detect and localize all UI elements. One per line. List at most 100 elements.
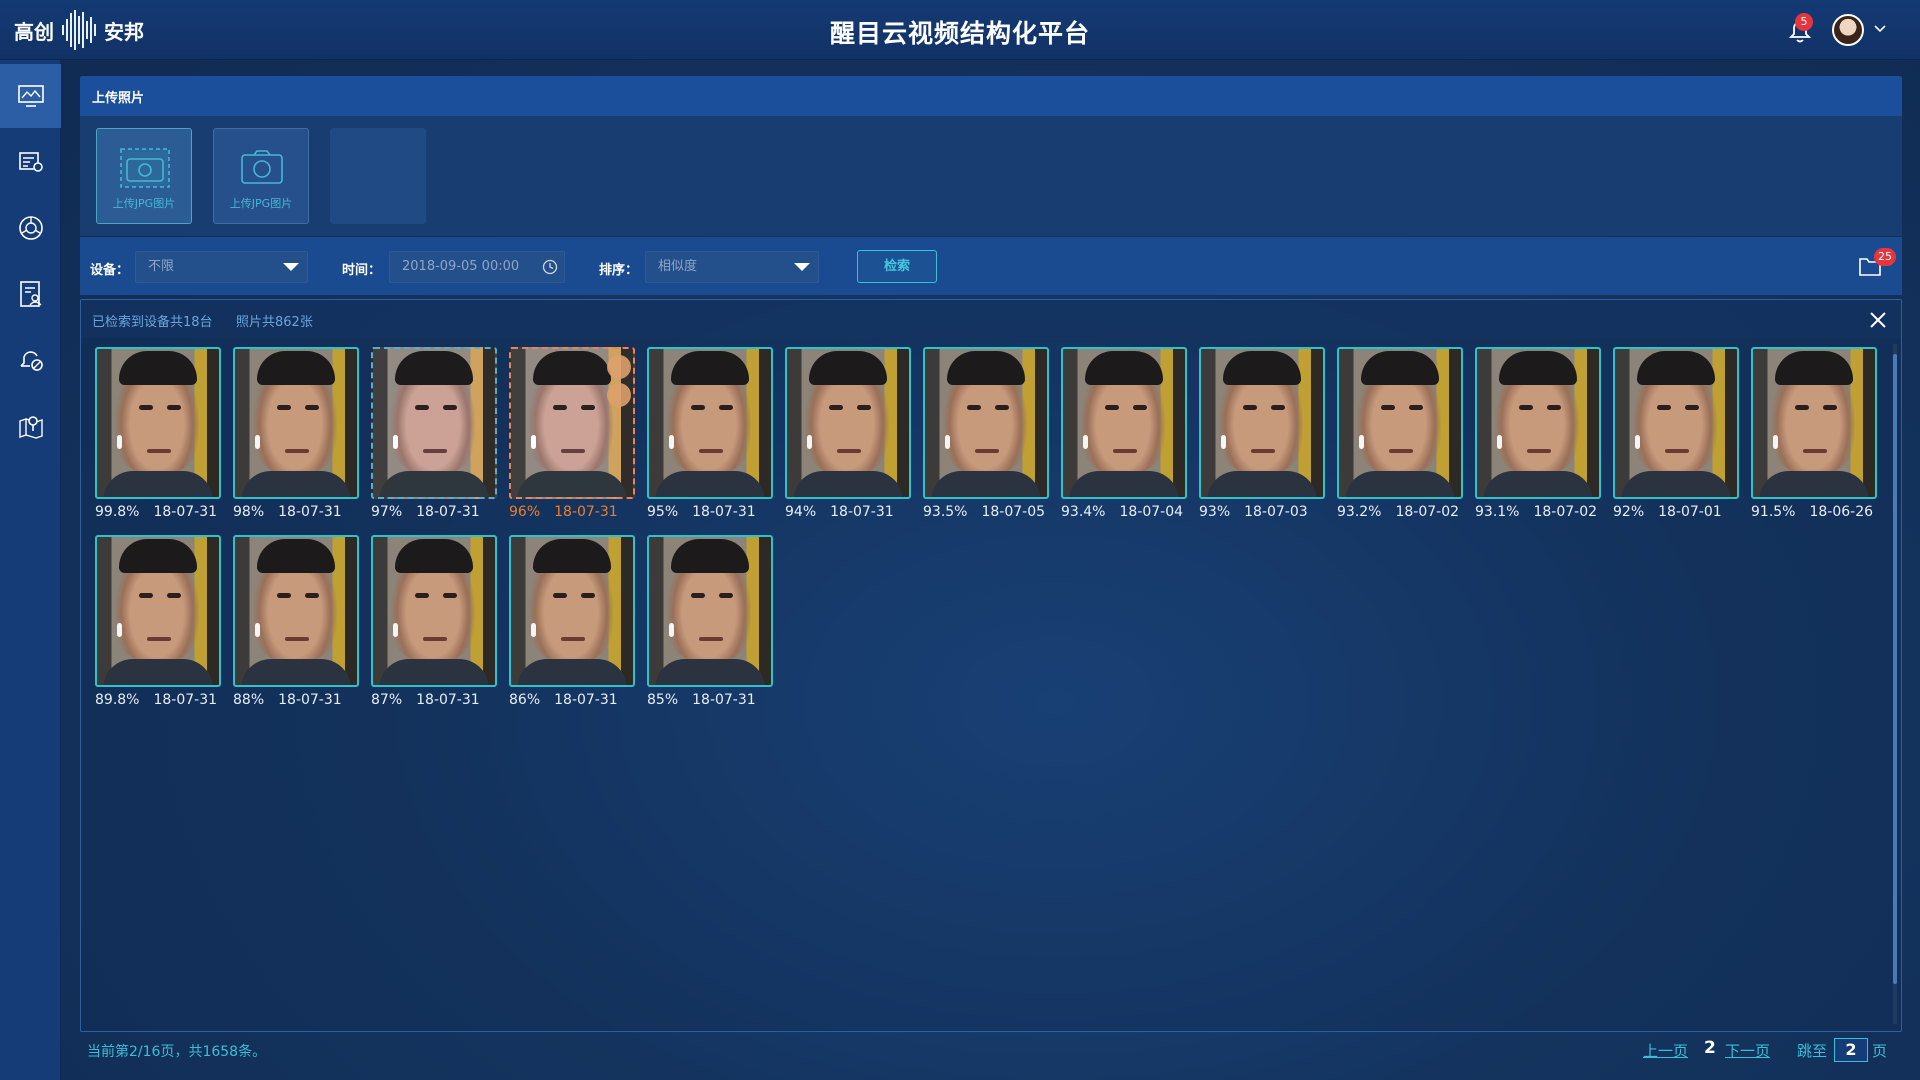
eye-shape xyxy=(967,405,981,410)
similarity-score: 91.5% xyxy=(1751,504,1796,520)
chevron-down-icon[interactable] xyxy=(1872,20,1888,36)
eye-shape xyxy=(1243,405,1257,410)
result-card[interactable]: 86% 18-07-31 xyxy=(509,535,635,720)
result-card[interactable]: 98% 18-07-31 xyxy=(233,347,359,532)
mouth-shape xyxy=(423,637,447,641)
next-page-link[interactable]: 下一页 xyxy=(1725,1040,1770,1061)
result-card[interactable]: 87% 18-07-31 xyxy=(371,535,497,720)
user-avatar[interactable] xyxy=(1832,14,1864,46)
sort-select[interactable]: 相似度 xyxy=(645,251,819,283)
result-card[interactable]: 93.2% 18-07-02 xyxy=(1337,347,1463,532)
sidebar-item-device[interactable] xyxy=(0,130,61,194)
face-thumbnail[interactable] xyxy=(785,347,911,499)
device-select[interactable]: 不限 xyxy=(135,251,308,283)
face-thumbnail[interactable] xyxy=(233,535,359,687)
close-icon[interactable] xyxy=(1868,310,1888,330)
result-card[interactable]: 95% 18-07-31 xyxy=(647,347,773,532)
similarity-score: 85% xyxy=(647,692,679,708)
sidebar-item-face[interactable] xyxy=(0,196,61,260)
hair-shape xyxy=(533,539,611,573)
similarity-score: 87% xyxy=(371,692,403,708)
device-label: 设备： xyxy=(90,263,130,278)
sidebar-item-monitor[interactable] xyxy=(0,64,61,128)
search-button[interactable]: 检索 xyxy=(857,250,937,283)
face-thumbnail[interactable] xyxy=(1061,347,1187,499)
result-card[interactable]: 93.5% 18-07-05 xyxy=(923,347,1049,532)
upload-tile-1[interactable]: 上传JPG图片 xyxy=(96,128,192,224)
time-picker[interactable]: 2018-09-05 00:00 xyxy=(389,251,565,283)
mouth-shape xyxy=(699,637,723,641)
mouth-shape xyxy=(1803,449,1827,453)
sidebar-item-map[interactable] xyxy=(0,394,61,458)
capture-date: 18-07-05 xyxy=(981,504,1046,520)
capture-date: 18-07-31 xyxy=(153,692,218,708)
similarity-score: 93% xyxy=(1199,504,1231,520)
result-card[interactable]: 93.1% 18-07-02 xyxy=(1475,347,1601,532)
face-thumbnail[interactable] xyxy=(1751,347,1877,499)
result-card[interactable]: 85% 18-07-31 xyxy=(647,535,773,720)
result-card[interactable]: 93.4% 18-07-04 xyxy=(1061,347,1187,532)
result-caption: 95% 18-07-31 xyxy=(647,504,787,520)
capture-date: 18-06-26 xyxy=(1809,504,1874,520)
face-thumbnail[interactable] xyxy=(509,535,635,687)
upload-tile-2[interactable]: 上传JPG图片 xyxy=(213,128,309,224)
capture-date: 18-07-31 xyxy=(554,504,618,520)
face-thumbnail[interactable] xyxy=(95,347,221,499)
earphone-shape xyxy=(393,623,398,637)
prev-page-link[interactable]: 上一页 xyxy=(1643,1040,1688,1061)
sidebar-item-alarm[interactable] xyxy=(0,328,61,392)
result-caption: 87% 18-07-31 xyxy=(371,692,511,708)
device-select-value: 不限 xyxy=(148,259,175,274)
upload-tile-empty[interactable] xyxy=(330,128,426,224)
add-icon[interactable] xyxy=(607,383,631,407)
zoom-icon[interactable] xyxy=(607,355,631,379)
sidebar-item-profile[interactable] xyxy=(0,262,61,326)
shirt-shape xyxy=(103,659,213,685)
alarm-icon xyxy=(19,351,43,371)
result-card[interactable]: 94% 18-07-31 xyxy=(785,347,911,532)
sidebar xyxy=(0,60,61,1080)
jump-page-input[interactable]: 2 xyxy=(1834,1038,1868,1062)
logo-text-left: 高创 xyxy=(14,19,54,44)
result-card[interactable]: 92% 18-07-01 xyxy=(1613,347,1739,532)
capture-date: 18-07-01 xyxy=(1658,504,1722,520)
result-card[interactable]: 99.8% 18-07-31 xyxy=(95,347,221,532)
result-card[interactable]: 97% 18-07-31 xyxy=(371,347,497,532)
face-thumbnail[interactable] xyxy=(1199,347,1325,499)
eye-shape xyxy=(581,405,595,410)
hair-shape xyxy=(1775,351,1853,385)
monitor-icon xyxy=(17,85,44,107)
upload-section-title: 上传照片 xyxy=(92,91,145,106)
capture-date: 18-07-31 xyxy=(554,692,618,708)
result-card[interactable]: 93% 18-07-03 xyxy=(1199,347,1325,532)
profile-list-icon xyxy=(19,281,41,307)
face-thumbnail[interactable] xyxy=(923,347,1049,499)
scrollbar-thumb[interactable] xyxy=(1893,354,1897,984)
eye-shape xyxy=(857,405,871,410)
page-suffix: 页 xyxy=(1872,1042,1888,1060)
face-thumbnail[interactable] xyxy=(647,535,773,687)
dropdown-caret-icon xyxy=(794,263,810,271)
eye-shape xyxy=(691,593,705,598)
result-card[interactable]: 96% 18-07-31 xyxy=(509,347,635,532)
camera-icon xyxy=(241,150,283,184)
face-thumbnail[interactable] xyxy=(1475,347,1601,499)
face-thumbnail[interactable] xyxy=(1613,347,1739,499)
face-thumbnail[interactable] xyxy=(95,535,221,687)
time-picker-value: 2018-09-05 00:00 xyxy=(402,259,520,274)
result-card[interactable]: 91.5% 18-06-26 xyxy=(1751,347,1877,532)
earphone-shape xyxy=(807,435,812,449)
dropdown-caret-icon xyxy=(283,263,299,271)
result-card[interactable]: 88% 18-07-31 xyxy=(233,535,359,720)
result-card[interactable]: 89.8% 18-07-31 xyxy=(95,535,221,720)
similarity-score: 93.5% xyxy=(923,504,968,520)
face-thumbnail[interactable] xyxy=(233,347,359,499)
result-caption: 98% 18-07-31 xyxy=(233,504,373,520)
earphone-shape xyxy=(1359,435,1364,449)
eye-shape xyxy=(443,405,457,410)
face-thumbnail[interactable] xyxy=(371,535,497,687)
face-thumbnail[interactable] xyxy=(1337,347,1463,499)
face-thumbnail[interactable] xyxy=(509,347,635,499)
face-thumbnail[interactable] xyxy=(371,347,497,499)
face-thumbnail[interactable] xyxy=(647,347,773,499)
